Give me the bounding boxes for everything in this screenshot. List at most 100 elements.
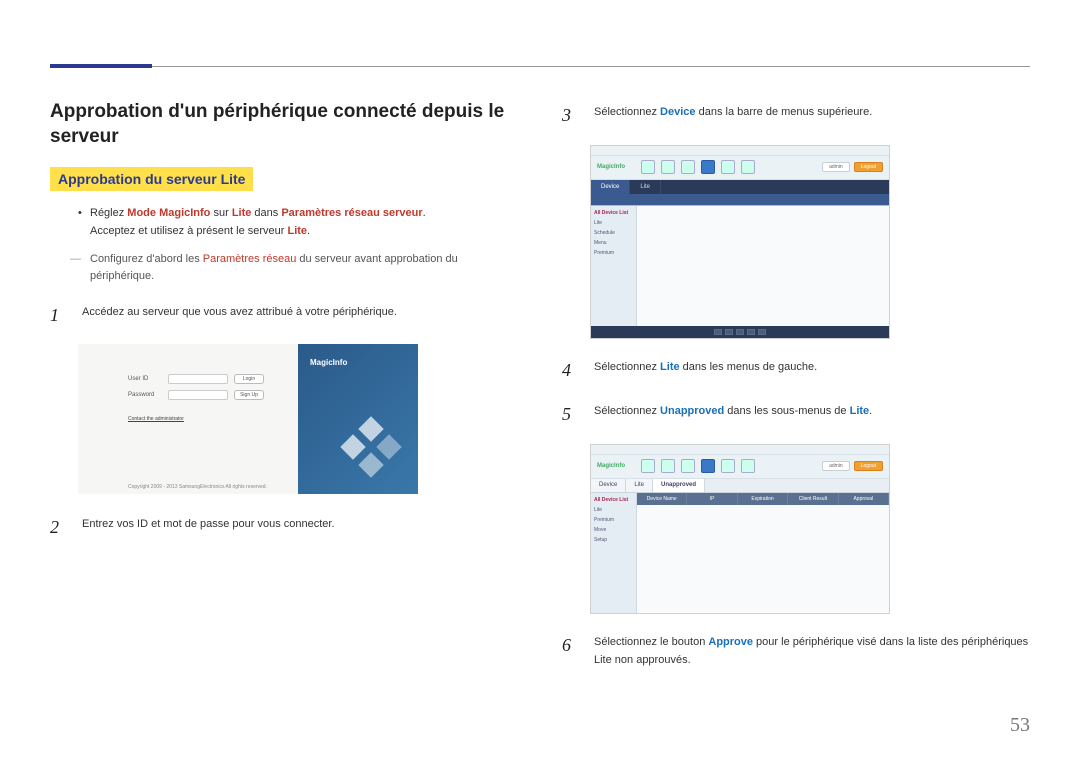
copyright-text: Copyright 2009 - 2013 SamsungElectronics… [128, 484, 267, 490]
step-4: 4 Sélectionnez Lite dans les menus de ga… [562, 355, 1030, 386]
header-rule [50, 66, 1030, 67]
step-text: Sélectionnez Lite dans les menus de gauc… [594, 355, 1030, 377]
header-accent [50, 64, 152, 68]
toolbar-icon[interactable] [741, 160, 755, 174]
left-column: Approbation d'un périphérique connecté d… [50, 100, 518, 684]
toolbar-icon[interactable] [721, 459, 735, 473]
app-brand: MagicInfo [597, 463, 625, 469]
text: Acceptez et utilisez à présent le serveu… [90, 225, 287, 237]
sidebar-item[interactable]: Premium [594, 250, 633, 256]
text: Réglez [90, 207, 127, 219]
tab-unapproved[interactable]: Unapproved [653, 479, 705, 492]
user-id-row: User ID Login [128, 374, 284, 384]
sidebar-item[interactable]: Lite [594, 507, 633, 513]
step-number: 6 [562, 630, 580, 661]
toolbar-icon[interactable] [641, 160, 655, 174]
device-toolbar-icon[interactable] [701, 459, 715, 473]
sub-heading-highlight: Approbation du serveur Lite [50, 167, 253, 191]
signup-button[interactable]: Sign Up [234, 390, 264, 400]
step-text: Entrez vos ID et mot de passe pour vous … [82, 512, 518, 534]
sidebar-item[interactable]: Premium [594, 517, 633, 523]
app-footer [591, 326, 889, 338]
sidebar-item[interactable]: Schedule [594, 230, 633, 236]
mode-magicinfo-label: Mode MagicInfo [127, 207, 210, 219]
lite-label: Lite [287, 225, 307, 237]
step-text: Sélectionnez Unapproved dans les sous-me… [594, 399, 1030, 421]
app-toolbar: MagicInfo admin Logout [591, 455, 889, 479]
toolbar-icon[interactable] [661, 459, 675, 473]
login-button[interactable]: Login [234, 374, 264, 384]
col-expiration: Expiration [738, 493, 788, 505]
login-screenshot: User ID Login Password Sign Up Contact t… [78, 344, 418, 494]
step-5: 5 Sélectionnez Unapproved dans les sous-… [562, 399, 1030, 430]
sidebar-item[interactable]: All Device List [594, 210, 633, 216]
sidebar-item[interactable]: Setup [594, 537, 633, 543]
toolbar-icon[interactable] [641, 459, 655, 473]
step-text: Accédez au serveur que vous avez attribu… [82, 300, 518, 322]
secondary-tabs: Device Lite Unapproved [591, 479, 889, 493]
text: sur [210, 207, 231, 219]
step-number: 5 [562, 399, 580, 430]
unapproved-label: Unapproved [660, 405, 724, 417]
section-heading: Approbation d'un périphérique connecté d… [50, 100, 518, 149]
step-number: 4 [562, 355, 580, 386]
col-client-result: Client Result [788, 493, 838, 505]
step-text: Sélectionnez le bouton Approve pour le p… [594, 630, 1030, 670]
user-id-input[interactable] [168, 374, 228, 384]
device-label: Device [660, 106, 695, 118]
server-network-settings-label: Paramètres réseau serveur [281, 207, 422, 219]
login-form-area: User ID Login Password Sign Up Contact t… [78, 344, 298, 494]
login-brand-panel: MagicInfo [298, 344, 418, 494]
sidebar-item[interactable]: All Device List [594, 497, 633, 503]
user-pill[interactable]: admin [822, 461, 850, 471]
app-content-area [637, 206, 889, 326]
sidebar-item[interactable]: Menu [594, 240, 633, 246]
text: . [307, 225, 310, 237]
logout-pill[interactable]: Logout [854, 162, 883, 172]
device-toolbar-icon[interactable] [701, 160, 715, 174]
text: Configurez d'abord les [90, 253, 203, 265]
content-columns: Approbation d'un périphérique connecté d… [50, 100, 1030, 684]
tab-device[interactable]: Device [591, 479, 626, 492]
right-column: 3 Sélectionnez Device dans la barre de m… [562, 100, 1030, 684]
tab-lite[interactable]: Lite [626, 479, 653, 492]
toolbar-icon[interactable] [661, 160, 675, 174]
step-number: 3 [562, 100, 580, 131]
page-number: 53 [1010, 714, 1030, 737]
toolbar-icon[interactable] [721, 160, 735, 174]
toolbar-icon[interactable] [681, 459, 695, 473]
password-input[interactable] [168, 390, 228, 400]
toolbar-icon[interactable] [681, 160, 695, 174]
app-sidebar: All Device List Lite Premium Move Setup [591, 493, 637, 613]
user-pill[interactable]: admin [822, 162, 850, 172]
diamond-graphic [340, 416, 400, 476]
logout-pill[interactable]: Logout [854, 461, 883, 471]
step-3: 3 Sélectionnez Device dans la barre de m… [562, 100, 1030, 131]
tab-device[interactable]: Device [591, 180, 630, 194]
lite-menu-label: Lite [660, 361, 680, 373]
tab-lite[interactable]: Lite [630, 180, 661, 194]
step-number: 2 [50, 512, 68, 543]
step-2: 2 Entrez vos ID et mot de passe pour vou… [50, 512, 518, 543]
app-brand: MagicInfo [597, 164, 625, 170]
password-label: Password [128, 392, 162, 398]
step-6: 6 Sélectionnez le bouton Approve pour le… [562, 630, 1030, 670]
col-approval: Approval [839, 493, 889, 505]
text: . [423, 207, 426, 219]
primary-tabs: Device Lite [591, 180, 889, 194]
sidebar-item[interactable]: Lite [594, 220, 633, 226]
approve-button-label: Approve [708, 636, 753, 648]
lite-submenu-label: Lite [850, 405, 870, 417]
contact-admin-link[interactable]: Contact the administrator [128, 416, 284, 422]
lite-label: Lite [232, 207, 252, 219]
sidebar-item[interactable]: Move [594, 527, 633, 533]
password-row: Password Sign Up [128, 390, 284, 400]
col-ip: IP [687, 493, 737, 505]
text: dans [251, 207, 281, 219]
col-device-name: Device Name [637, 493, 687, 505]
user-id-label: User ID [128, 376, 162, 382]
intro-bullet: Réglez Mode MagicInfo sur Lite dans Para… [50, 205, 518, 240]
step-text: Sélectionnez Device dans la barre de men… [594, 100, 1030, 122]
step-number: 1 [50, 300, 68, 331]
toolbar-icon[interactable] [741, 459, 755, 473]
